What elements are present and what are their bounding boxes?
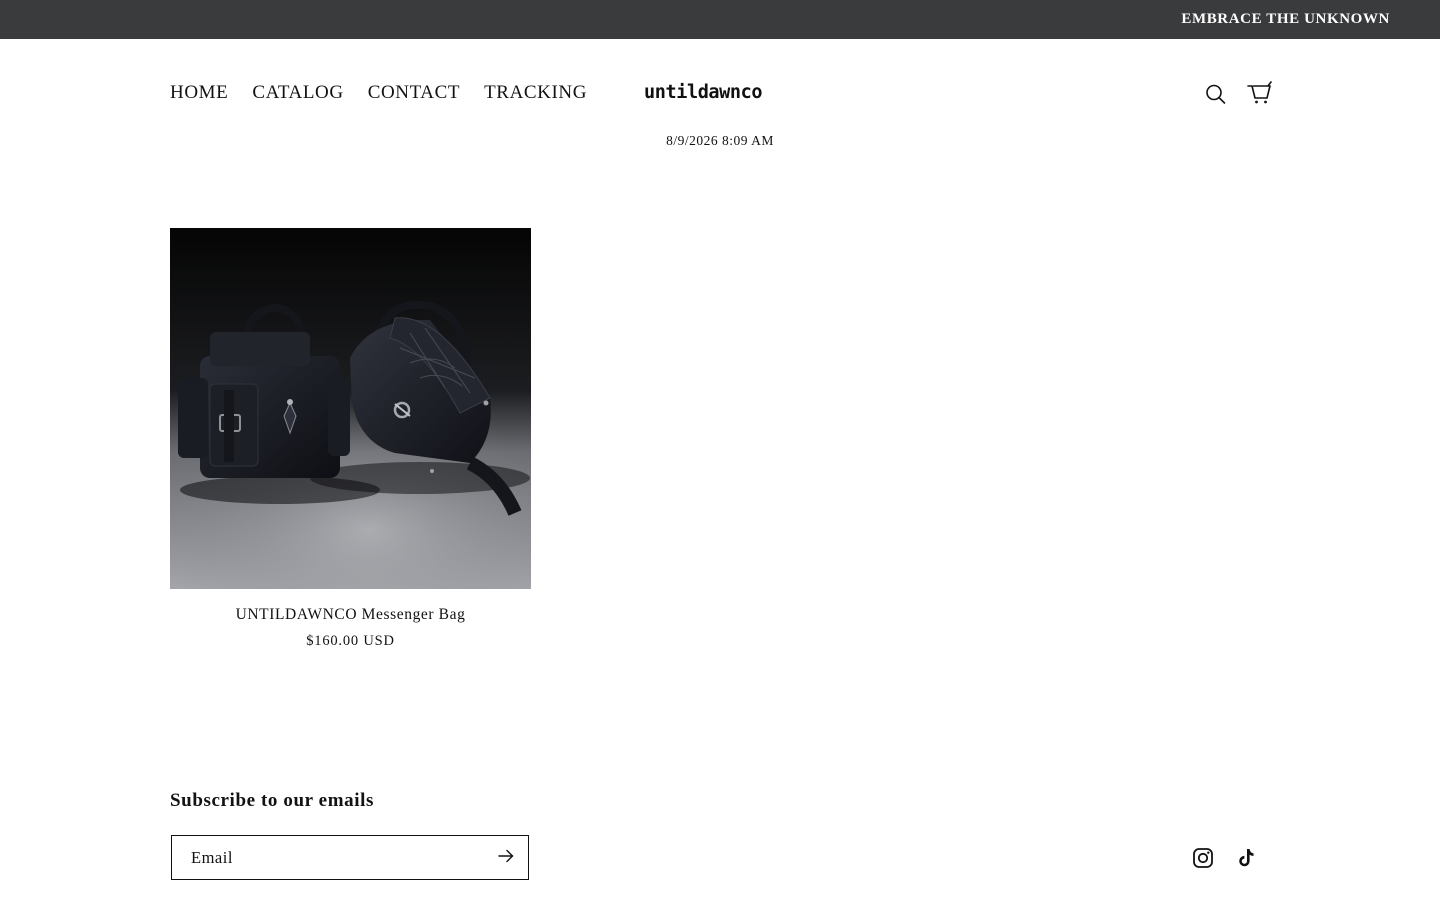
arrow-right-icon	[498, 849, 514, 866]
nav-contact[interactable]: CONTACT	[368, 82, 460, 104]
email-form	[171, 835, 529, 880]
nav-home[interactable]: HOME	[170, 82, 228, 104]
subscribe-button[interactable]	[484, 836, 528, 879]
announcement-bar: EMBRACE THE UNKNOWN	[0, 0, 1440, 39]
email-input[interactable]	[172, 836, 482, 879]
search-icon[interactable]	[1202, 80, 1230, 108]
nav-catalog[interactable]: CATALOG	[252, 82, 343, 104]
product-price: $160.00 USD	[306, 633, 395, 649]
newsletter-heading: Subscribe to our emails	[170, 790, 374, 811]
product-card[interactable]: UNTILDAWNCO Messenger Bag $160.00 USD	[170, 228, 531, 650]
product-image[interactable]	[170, 228, 531, 589]
instagram-icon[interactable]	[1191, 846, 1215, 870]
cart-icon[interactable]	[1245, 79, 1273, 107]
main-nav: HOME CATALOG CONTACT TRACKING	[170, 82, 587, 104]
datetime-display: 8/9/2026 8:09 AM	[666, 133, 774, 148]
announcement-text: EMBRACE THE UNKNOWN	[1181, 11, 1390, 27]
site-logo[interactable]: untildawnco	[644, 82, 792, 106]
product-title[interactable]: UNTILDAWNCO Messenger Bag	[170, 606, 531, 624]
tiktok-icon[interactable]	[1234, 846, 1258, 870]
nav-tracking[interactable]: TRACKING	[484, 82, 587, 104]
